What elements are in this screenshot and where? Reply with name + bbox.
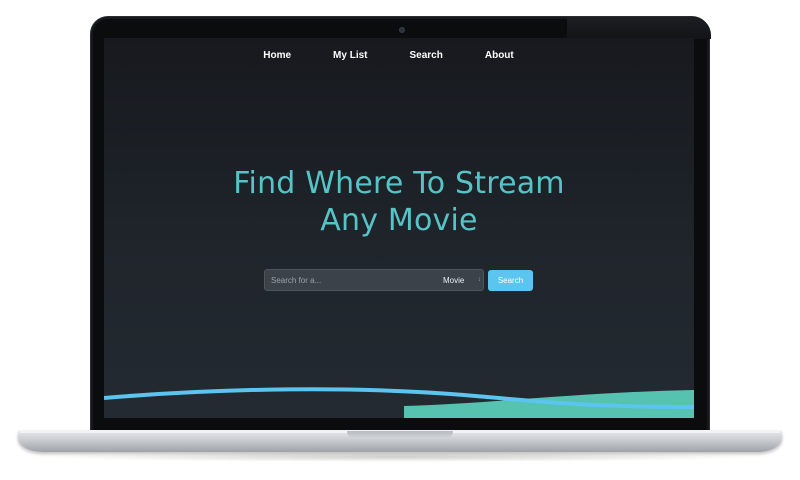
media-type-select[interactable]: Movie ↕ xyxy=(433,270,483,290)
nav-item-home[interactable]: Home xyxy=(263,50,291,61)
top-nav: Home My List Search About xyxy=(104,50,694,61)
chevron-updown-icon: ↕ xyxy=(478,277,481,283)
search-box: Movie ↕ xyxy=(264,269,484,291)
hero-title-line-1: Find Where To Stream xyxy=(233,166,565,201)
hero-title: Find Where To Stream Any Movie xyxy=(104,165,694,239)
laptop-mockup: Home My List Search About Find Where To … xyxy=(0,0,800,480)
search-form: Movie ↕ Search xyxy=(264,269,533,291)
hero-title-line-2: Any Movie xyxy=(320,203,478,238)
search-input[interactable] xyxy=(265,270,433,290)
nav-item-my-list[interactable]: My List xyxy=(333,50,367,61)
laptop-screen: Home My List Search About Find Where To … xyxy=(104,38,694,418)
laptop-shadow xyxy=(40,452,760,462)
nav-item-about[interactable]: About xyxy=(485,50,514,61)
media-type-value: Movie xyxy=(443,275,465,285)
nav-item-search[interactable]: Search xyxy=(410,50,443,61)
laptop-notch xyxy=(347,431,453,439)
decorative-wave xyxy=(104,387,694,418)
search-button[interactable]: Search xyxy=(488,269,533,291)
camera-icon xyxy=(399,27,405,33)
lid-reflection xyxy=(567,17,711,39)
